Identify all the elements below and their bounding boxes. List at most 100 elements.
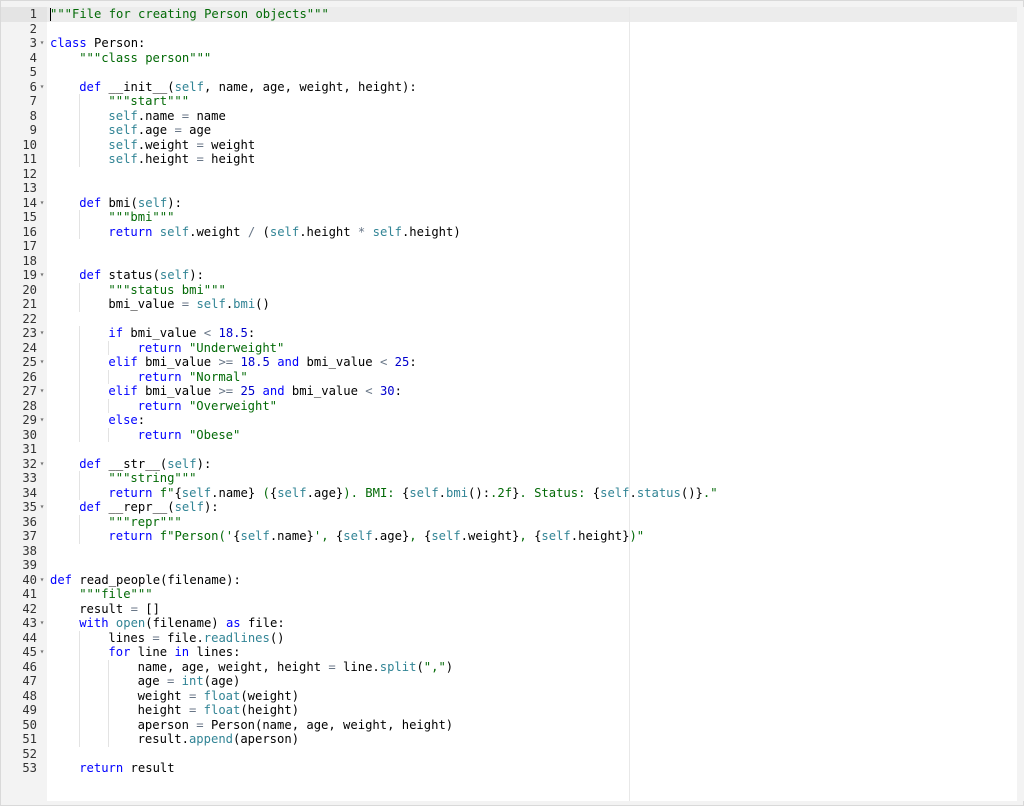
code-token: def — [79, 79, 102, 94]
code-token: split — [379, 659, 417, 674]
code-line[interactable]: else: — [108, 413, 145, 428]
code-token: """string""" — [108, 471, 197, 485]
code-token: [] — [137, 601, 160, 616]
code-token: __init__( — [101, 79, 175, 94]
fold-toggle-icon[interactable]: ▾ — [37, 355, 47, 370]
line-number: 53 — [22, 761, 37, 775]
code-editor[interactable]: 1 2 3 ▾ 4 5 6 ▾ 7 8 9 10 11 12 13 14 ▾ 15 16 17 18 19 ▾ 20 21 22 2… — [0, 0, 1024, 806]
code-line[interactable]: return "Obese" — [138, 428, 241, 443]
code-line[interactable]: def __str__(self): — [79, 457, 211, 472]
fold-toggle-icon[interactable]: ▾ — [37, 645, 47, 660]
code-line[interactable]: self.age = age — [108, 123, 211, 138]
code-line[interactable]: weight = float(weight) — [138, 689, 299, 704]
code-line[interactable]: """status bmi""" — [108, 283, 225, 298]
fold-toggle-icon[interactable]: ▾ — [37, 616, 47, 631]
code-token: Person: — [86, 36, 146, 50]
code-line[interactable]: """start""" — [108, 94, 189, 109]
code-token: """bmi""" — [108, 210, 175, 224]
line-number: 38 — [22, 543, 37, 558]
fold-toggle-icon[interactable]: ▾ — [37, 268, 47, 283]
fold-toggle-icon[interactable]: ▾ — [37, 36, 47, 51]
fold-toggle-icon[interactable]: ▾ — [37, 326, 47, 341]
fold-toggle-icon[interactable]: ▾ — [37, 384, 47, 399]
fold-toggle-icon[interactable]: ▾ — [37, 500, 47, 515]
fold-toggle-icon[interactable]: ▾ — [37, 80, 47, 95]
line-number: 18 — [22, 253, 37, 268]
code-token: ." — [702, 485, 718, 500]
code-line[interactable]: class Person: — [50, 36, 145, 51]
code-token: elif — [108, 355, 138, 369]
code-token: self — [431, 529, 461, 543]
code-line[interactable]: return "Normal" — [138, 370, 248, 385]
code-line[interactable]: aperson = Person(name, age, weight, heig… — [138, 718, 454, 733]
code-line[interactable]: self.weight = weight — [108, 138, 255, 153]
line-number: 9 — [29, 123, 37, 137]
code-line[interactable]: bmi_value = self.bmi() — [108, 297, 269, 312]
code-token: self — [277, 485, 307, 500]
code-token: result — [79, 601, 131, 616]
code-line[interactable]: def bmi(self): — [79, 196, 182, 211]
line-number: 8 — [29, 108, 37, 123]
code-token: float — [203, 688, 241, 703]
code-token: .name} — [269, 529, 314, 543]
code-line[interactable]: self.height = height — [108, 152, 255, 167]
code-line[interactable]: def read_people(filename): — [50, 573, 241, 588]
code-line[interactable]: """string""" — [108, 471, 196, 486]
code-line[interactable]: height = float(height) — [138, 703, 299, 718]
code-line[interactable]: def status(self): — [79, 268, 204, 283]
code-line[interactable]: return f"Person('{self.name}', {self.age… — [108, 529, 644, 544]
code-token: . — [629, 485, 637, 500]
code-token: .height — [137, 152, 197, 166]
code-line[interactable]: result = [] — [79, 602, 160, 617]
code-line[interactable]: with open(filename) as file: — [79, 616, 285, 631]
code-line[interactable]: def __repr__(self): — [79, 500, 218, 515]
code-token: ()} — [680, 485, 703, 500]
fold-toggle-icon[interactable]: ▾ — [37, 413, 47, 428]
code-line[interactable]: age = int(age) — [138, 674, 241, 689]
code-line[interactable]: """file""" — [79, 587, 152, 602]
line-number: 14 — [22, 195, 37, 210]
code-line[interactable]: return self.weight / (self.height * self… — [108, 225, 460, 240]
code-line[interactable]: return "Overweight" — [138, 399, 277, 414]
code-token: .age} — [306, 485, 344, 500]
code-token: = — [130, 601, 138, 616]
code-line[interactable]: elif bmi_value >= 25 and bmi_value < 30: — [108, 384, 402, 399]
fold-toggle-icon[interactable]: ▾ — [37, 196, 47, 211]
code-line[interactable]: """class person""" — [79, 51, 211, 66]
code-line[interactable]: def __init__(self, name, age, weight, he… — [79, 80, 417, 95]
code-line[interactable]: return result — [79, 761, 174, 776]
code-token: lines — [108, 630, 153, 645]
code-area[interactable]: """File for creating Person objects""" cl… — [47, 7, 1017, 801]
code-token: __str__( — [101, 456, 168, 471]
code-line[interactable]: if bmi_value < 18.5: — [108, 326, 255, 341]
code-line[interactable]: result.append(aperson) — [138, 732, 299, 747]
indent-guide — [79, 529, 81, 544]
code-line[interactable]: """repr""" — [108, 515, 181, 530]
line-number: 37 — [22, 529, 37, 543]
code-line[interactable]: return "Underweight" — [138, 341, 285, 356]
code-token: . Status: — [519, 485, 593, 500]
line-number: 17 — [22, 239, 37, 253]
code-line[interactable]: elif bmi_value >= 18.5 and bmi_value < 2… — [108, 355, 416, 370]
code-line[interactable]: """File for creating Person objects""" — [50, 7, 329, 22]
code-token: "Normal" — [188, 369, 248, 384]
code-line[interactable]: self.name = name — [108, 109, 225, 124]
code-line[interactable]: lines = file.readlines() — [108, 631, 284, 646]
code-line[interactable]: for line in lines: — [108, 645, 240, 660]
fold-toggle-icon[interactable]: ▾ — [37, 573, 47, 588]
line-number: 1 — [29, 7, 37, 21]
code-token: "Underweight" — [188, 340, 285, 355]
line-number: 3 — [29, 36, 37, 50]
code-line[interactable]: return f"{self.name} ({self.age}). BMI: … — [108, 486, 717, 501]
code-line[interactable]: name, age, weight, height = line.split("… — [138, 660, 454, 675]
code-line[interactable]: """bmi""" — [108, 210, 174, 225]
indent-guide — [79, 355, 81, 370]
code-token: : — [409, 355, 417, 369]
fold-toggle-icon[interactable]: ▾ — [37, 457, 47, 472]
line-number: 28 — [22, 398, 37, 413]
line-number-gutter[interactable]: 1 2 3 ▾ 4 5 6 ▾ 7 8 9 10 11 12 13 14 ▾ 15 16 17 18 19 ▾ 20 21 22 2… — [1, 7, 48, 801]
code-token: ): — [167, 195, 182, 210]
